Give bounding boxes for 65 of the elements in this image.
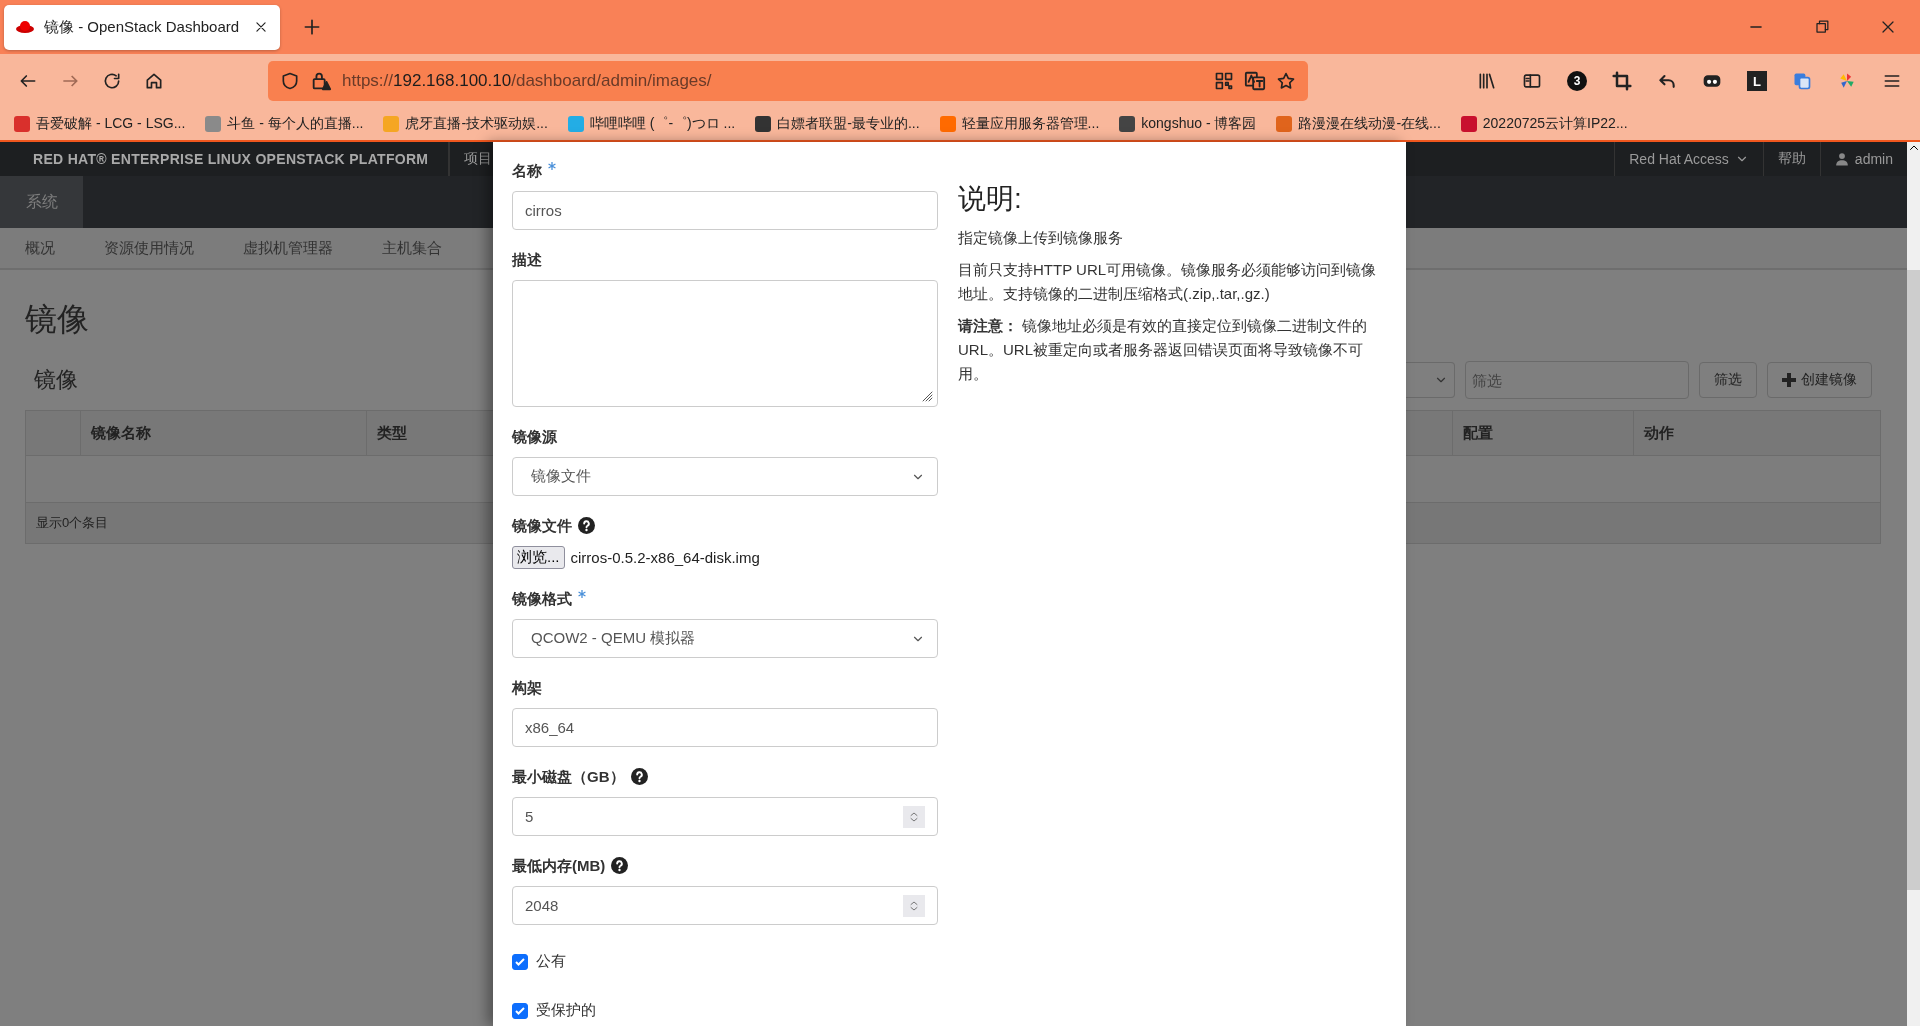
- qr-code-icon: [1214, 71, 1234, 91]
- address-bar[interactable]: https://192.168.100.10/dashboard/admin/images/: [268, 61, 1308, 101]
- checkbox-label: 公有: [536, 952, 566, 971]
- page-title: 镜像: [25, 300, 89, 339]
- column-header[interactable]: 配置: [1452, 410, 1634, 456]
- extension-button[interactable]: 3: [1559, 63, 1595, 99]
- field-label: 描述: [512, 251, 542, 270]
- text-field[interactable]: x86_64: [512, 708, 938, 747]
- number-field[interactable]: 2048: [512, 886, 938, 925]
- text-field[interactable]: cirros: [512, 191, 938, 230]
- required-icon: [548, 162, 556, 170]
- field-label: 名称: [512, 162, 542, 181]
- bookmark[interactable]: 吾爱破解 - LCG - LSG...: [14, 115, 186, 133]
- bookmark[interactable]: 哔哩哔哩 (゜-゜)つロ ...: [567, 115, 736, 133]
- help-icon[interactable]: [630, 768, 648, 785]
- field-label: 镜像源: [512, 428, 557, 447]
- section-title: 镜像: [34, 366, 78, 394]
- translate-icon: [1244, 70, 1266, 92]
- table-footer: 显示0个条目: [36, 515, 109, 530]
- bookmark[interactable]: 20220725云计算IP22...: [1460, 115, 1628, 133]
- help-icon[interactable]: [611, 857, 629, 874]
- filter-button[interactable]: 筛选: [1699, 362, 1757, 398]
- bookmark[interactable]: 路漫漫在线动漫-在线...: [1276, 115, 1441, 133]
- help-text: 目前只支持HTTP URL可用镜像。镜像服务必须能够访问到镜像地址。支持镜像的二进制压缩格式(.zip,.tar,.gz.): [958, 260, 1378, 304]
- help-text: 请注意： 镜像地址必须是有效的直接定位到镜像二进制文件的URL。URL被重定向或者服务器返回错误页面将导致镜像不可用。: [958, 316, 1369, 384]
- resize-grip-icon: [921, 390, 933, 402]
- field-label: 构架: [512, 679, 542, 698]
- scrollbar[interactable]: [1907, 142, 1920, 1026]
- bookmark[interactable]: kongshuo - 博客园: [1119, 115, 1257, 133]
- user-icon: [1834, 152, 1849, 166]
- number-field[interactable]: 5: [512, 797, 938, 836]
- url-text: https://192.168.100.10/dashboard/admin/images/: [342, 71, 713, 91]
- help-text: 指定镜像上传到镜像服务: [958, 228, 1124, 248]
- checkbox[interactable]: [512, 953, 528, 970]
- create-button[interactable]: 创建镜像: [1767, 362, 1872, 398]
- bookmark[interactable]: 斗鱼 - 每个人的直播...: [205, 115, 364, 133]
- bookmark[interactable]: 白嫖者联盟-最专业的...: [755, 115, 920, 133]
- check-icon: [514, 1004, 526, 1017]
- field-label: 最低内存(MB): [512, 857, 606, 876]
- check-icon: [514, 955, 526, 968]
- column-header[interactable]: 动作: [1633, 410, 1881, 456]
- field-label: 镜像格式: [512, 590, 572, 609]
- bookmark[interactable]: 虎牙直播-技术驱动娱...: [383, 115, 548, 133]
- close-icon: [254, 20, 268, 34]
- field-label: 最小磁盘（GB）: [512, 768, 625, 787]
- column-header[interactable]: 镜像名称: [80, 410, 367, 456]
- plus-icon: [1782, 373, 1796, 387]
- hat-icon: [16, 20, 34, 34]
- browse-button[interactable]: 浏览...: [512, 546, 565, 569]
- checkbox[interactable]: [512, 1002, 528, 1019]
- help-icon[interactable]: [578, 517, 595, 534]
- shield-icon: [280, 71, 300, 91]
- browser-tab[interactable]: 镜像 - OpenStack Dashboard: [4, 4, 280, 50]
- extension-button[interactable]: L: [1739, 63, 1775, 99]
- select-field[interactable]: 镜像文件: [512, 457, 938, 496]
- checkbox-label: 受保护的: [536, 1001, 596, 1020]
- file-name: cirros-0.5.2-x86_64-disk.img: [570, 549, 760, 566]
- field-label: 镜像文件: [512, 517, 572, 536]
- help-title: 说明:: [958, 182, 1023, 216]
- bookmark[interactable]: 轻量应用服务器管理...: [939, 115, 1100, 133]
- filter-field[interactable]: 筛选: [1465, 361, 1689, 399]
- star-icon: [1276, 71, 1296, 91]
- lock-warning-icon: [310, 70, 332, 92]
- select-field[interactable]: QCOW2 - QEMU 模拟器: [512, 619, 938, 658]
- required-icon: [578, 590, 586, 598]
